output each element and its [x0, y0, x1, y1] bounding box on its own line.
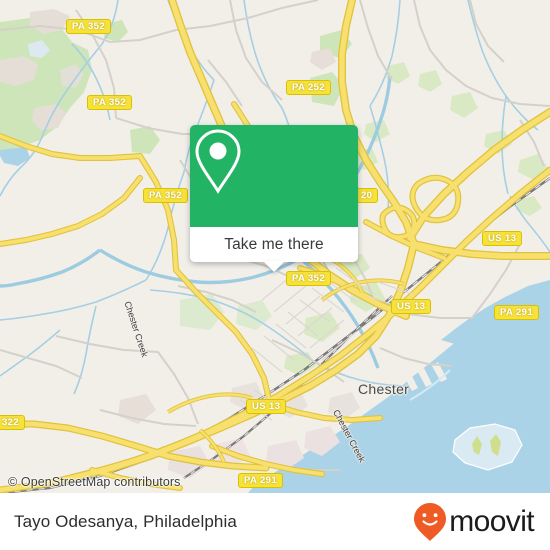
place-label-chester: Chester: [358, 381, 410, 397]
road-shield[interactable]: PA 291: [494, 305, 540, 320]
callout-action-panel[interactable]: Take me there: [190, 227, 358, 272]
road-shield[interactable]: US 13: [482, 231, 523, 246]
road-shield[interactable]: 322: [0, 415, 26, 430]
moovit-map-screen: PA 352 PA 252 PA 352 PA 352 20 US 13 PA …: [0, 0, 550, 550]
callout-icon-panel: [190, 125, 358, 227]
road-shield[interactable]: PA 352: [286, 271, 332, 286]
moovit-pin-smiley-icon: [414, 502, 447, 541]
location-title: Tayo Odesanya, Philadelphia: [14, 511, 237, 531]
map-pin-icon: [195, 129, 241, 194]
road-shield[interactable]: 20: [355, 188, 379, 203]
road-shield[interactable]: PA 352: [66, 19, 112, 34]
moovit-wordmark: moovit: [449, 504, 534, 538]
moovit-brand[interactable]: moovit: [413, 502, 535, 542]
take-me-there-callout[interactable]: Take me there: [190, 125, 358, 272]
bottom-info-bar: Tayo Odesanya, Philadelphia moovit: [0, 493, 550, 550]
take-me-there-label: Take me there: [224, 235, 324, 253]
road-shield[interactable]: PA 352: [143, 188, 189, 203]
road-shield[interactable]: US 13: [246, 399, 287, 414]
callout-pointer: [263, 261, 285, 272]
map-canvas[interactable]: PA 352 PA 252 PA 352 PA 352 20 US 13 PA …: [0, 0, 550, 493]
road-shield[interactable]: PA 252: [286, 80, 332, 95]
road-shield[interactable]: PA 352: [87, 95, 133, 110]
road-shield[interactable]: US 13: [391, 299, 432, 314]
road-shield[interactable]: PA 291: [238, 473, 284, 488]
osm-attribution[interactable]: © OpenStreetMap contributors: [8, 475, 181, 489]
